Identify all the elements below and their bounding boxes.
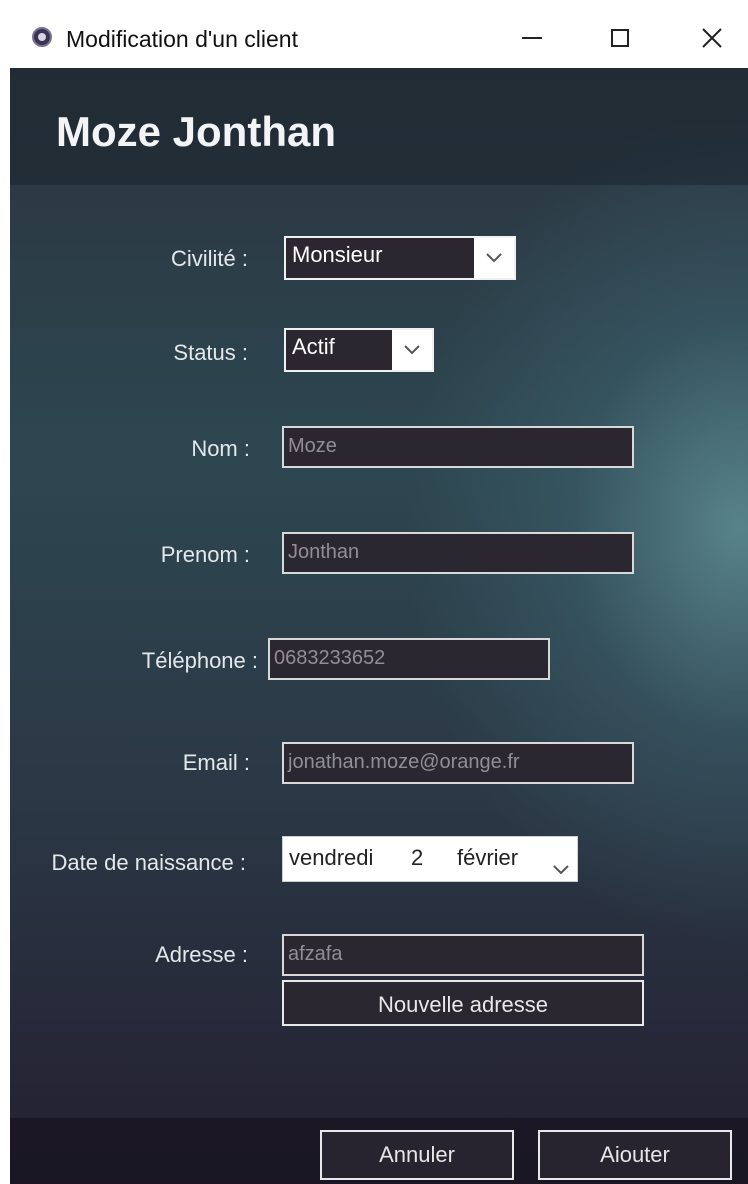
civility-select[interactable]: Monsieur — [284, 236, 516, 280]
chevron-down-icon[interactable] — [553, 855, 569, 881]
status-select[interactable]: Actif — [284, 328, 434, 372]
minimize-button[interactable] — [510, 18, 554, 58]
birth-date-label: Date de naissance : — [51, 850, 246, 875]
status-value: Actif — [292, 334, 335, 359]
email-label: Email : — [182, 750, 250, 775]
last-name-input[interactable]: Moze — [282, 426, 634, 468]
close-icon — [702, 28, 722, 48]
app-icon — [32, 27, 52, 47]
email-input[interactable]: jonathan.moze@orange.fr — [282, 742, 634, 784]
window-border — [0, 68, 10, 1184]
form-panel: Moze Jonthan Civilité : Monsieur Status … — [10, 68, 748, 1184]
birth-date-weekday[interactable]: vendredi — [289, 845, 373, 871]
birth-date-day[interactable]: 2 — [411, 845, 423, 871]
status-dropdown-toggle[interactable] — [392, 330, 432, 370]
status-label: Status : — [173, 340, 248, 365]
new-address-button[interactable]: Nouvelle adresse — [282, 980, 644, 1026]
phone-input[interactable]: 0683233652 — [268, 638, 550, 680]
first-name-input[interactable]: Jonthan — [282, 532, 634, 574]
cancel-button[interactable]: Annuler — [320, 1130, 514, 1180]
header-band: Moze Jonthan — [10, 68, 748, 185]
birth-date-picker[interactable]: vendredi 2 février — [282, 836, 578, 882]
chevron-down-icon — [486, 253, 502, 263]
maximize-icon — [611, 29, 629, 47]
civility-dropdown-toggle[interactable] — [474, 238, 514, 278]
title-bar: Modification d'un client — [0, 0, 748, 68]
maximize-button[interactable] — [598, 18, 642, 58]
civility-label: Civilité : — [170, 246, 248, 271]
address-input[interactable]: afzafa — [282, 934, 644, 976]
phone-label: Téléphone : — [141, 648, 258, 673]
add-button[interactable]: Aiouter — [538, 1130, 732, 1180]
client-name-heading: Moze Jonthan — [56, 108, 336, 155]
chevron-down-icon — [404, 345, 420, 355]
footer-bar: Annuler Aiouter — [10, 1118, 748, 1184]
first-name-label: Prenom : — [160, 542, 250, 567]
close-button[interactable] — [690, 18, 734, 58]
last-name-label: Nom : — [191, 436, 250, 461]
address-label: Adresse : — [155, 942, 248, 967]
birth-date-month[interactable]: février — [457, 845, 518, 871]
window-title: Modification d'un client — [66, 26, 298, 52]
civility-value: Monsieur — [292, 242, 383, 267]
minimize-icon — [522, 37, 542, 39]
